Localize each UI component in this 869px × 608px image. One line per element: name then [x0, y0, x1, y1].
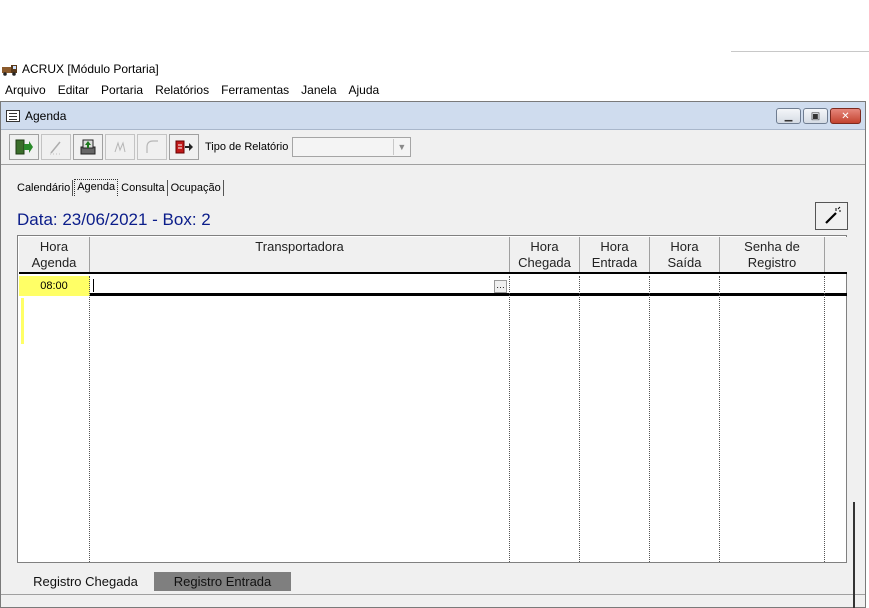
agenda-grid[interactable]: Hora Agenda Transportadora Hora Chegada Ho… — [17, 235, 847, 563]
text-caret — [93, 279, 94, 292]
cancel-button[interactable] — [137, 134, 167, 160]
report-type-select[interactable]: ▼ — [292, 137, 412, 157]
exit-icon — [15, 139, 33, 155]
menu-arquivo[interactable]: Arquivo — [0, 83, 53, 97]
export-button[interactable] — [169, 134, 199, 160]
column-divider — [649, 276, 650, 562]
cell-hora-entrada[interactable] — [580, 276, 650, 296]
signature-icon — [114, 141, 126, 153]
cell-filler — [825, 276, 847, 296]
page-title: Data: 23/06/2021 - Box: 2 — [17, 210, 211, 229]
app-title-bar: ACRUX [Módulo Portaria] — [2, 61, 159, 77]
menu-editar[interactable]: Editar — [53, 83, 96, 97]
cell-senha-registro[interactable] — [720, 276, 825, 296]
edit-button[interactable] — [41, 134, 71, 160]
column-divider — [579, 276, 580, 562]
export-icon — [175, 140, 193, 154]
toolbar: Tipo de Relatório ▼ — [9, 134, 412, 160]
window-title: Agenda — [25, 108, 67, 123]
menu-ajuda[interactable]: Ajuda — [344, 83, 387, 97]
close-button[interactable]: ✕ — [830, 108, 861, 124]
col-hora-saida[interactable]: Hora Saída — [650, 237, 720, 272]
close-icon: ✕ — [841, 110, 850, 122]
col-transportadora[interactable]: Transportadora — [90, 237, 510, 272]
col-hora-agenda[interactable]: Hora Agenda — [19, 237, 90, 272]
window-edge — [853, 502, 855, 608]
edit-icon — [50, 141, 62, 155]
grid-header: Hora Agenda Transportadora Hora Chegada Ho… — [19, 237, 847, 274]
col-senha-registro[interactable]: Senha de Registro — [720, 237, 825, 272]
cancel-icon — [146, 140, 158, 153]
tab-bar: Calendário Agenda Consulta Ocupação — [15, 176, 225, 196]
top-divider — [731, 51, 869, 52]
report-type-label: Tipo de Relatório — [205, 141, 289, 153]
col-filler — [825, 237, 847, 272]
cell-hora-agenda[interactable]: 08:00 — [19, 276, 90, 296]
tab-calendario[interactable]: Calendário — [15, 180, 74, 196]
column-divider — [509, 276, 510, 562]
column-divider — [824, 276, 825, 562]
minimize-icon: ▁ — [784, 110, 793, 122]
toolbar-divider — [1, 164, 865, 165]
minimize-button[interactable]: ▁ — [776, 108, 801, 124]
cell-hora-chegada[interactable] — [510, 276, 580, 296]
menu-janela[interactable]: Janela — [296, 83, 343, 97]
agenda-window: Agenda ▁ ▣ ✕ Tipo de Relatório ▼ Calendá… — [0, 101, 866, 608]
cell-hora-saida[interactable] — [650, 276, 720, 296]
row-indicator — [21, 298, 24, 344]
column-divider — [89, 276, 90, 562]
column-divider — [719, 276, 720, 562]
menu-relatorios[interactable]: Relatórios — [150, 83, 216, 97]
menu-bar: Arquivo Editar Portaria Relatórios Ferra… — [0, 81, 386, 99]
exit-button[interactable] — [9, 134, 39, 160]
form-icon — [6, 109, 20, 122]
restore-button[interactable]: ▣ — [803, 108, 828, 124]
signature-button[interactable] — [105, 134, 135, 160]
truck-icon — [2, 62, 18, 76]
col-hora-chegada[interactable]: Hora Chegada — [510, 237, 580, 272]
registro-chegada-button[interactable]: Registro Chegada — [17, 572, 154, 591]
save-button[interactable] — [73, 134, 103, 160]
menu-ferramentas[interactable]: Ferramentas — [216, 83, 296, 97]
tab-consulta[interactable]: Consulta — [119, 180, 168, 196]
menu-portaria[interactable]: Portaria — [96, 83, 150, 97]
bottom-buttons: Registro Chegada Registro Entrada — [17, 572, 291, 591]
window-controls: ▁ ▣ ✕ — [776, 108, 861, 124]
tab-ocupacao[interactable]: Ocupação — [169, 180, 224, 196]
app-title: ACRUX [Módulo Portaria] — [22, 62, 159, 76]
save-icon — [80, 139, 96, 155]
magic-wand-icon — [824, 206, 841, 224]
lookup-button[interactable]: … — [494, 280, 507, 293]
chevron-down-icon: ▼ — [393, 139, 409, 155]
tab-agenda[interactable]: Agenda — [74, 179, 119, 196]
window-title-bar: Agenda ▁ ▣ ✕ — [1, 102, 865, 130]
registro-entrada-button[interactable]: Registro Entrada — [154, 572, 291, 591]
restore-icon: ▣ — [810, 110, 821, 122]
col-hora-entrada[interactable]: Hora Entrada — [580, 237, 650, 272]
wizard-button[interactable] — [815, 202, 848, 230]
table-row[interactable]: 08:00 … — [19, 276, 847, 296]
bottom-divider — [1, 594, 865, 595]
cell-transportadora[interactable]: … — [90, 276, 510, 296]
